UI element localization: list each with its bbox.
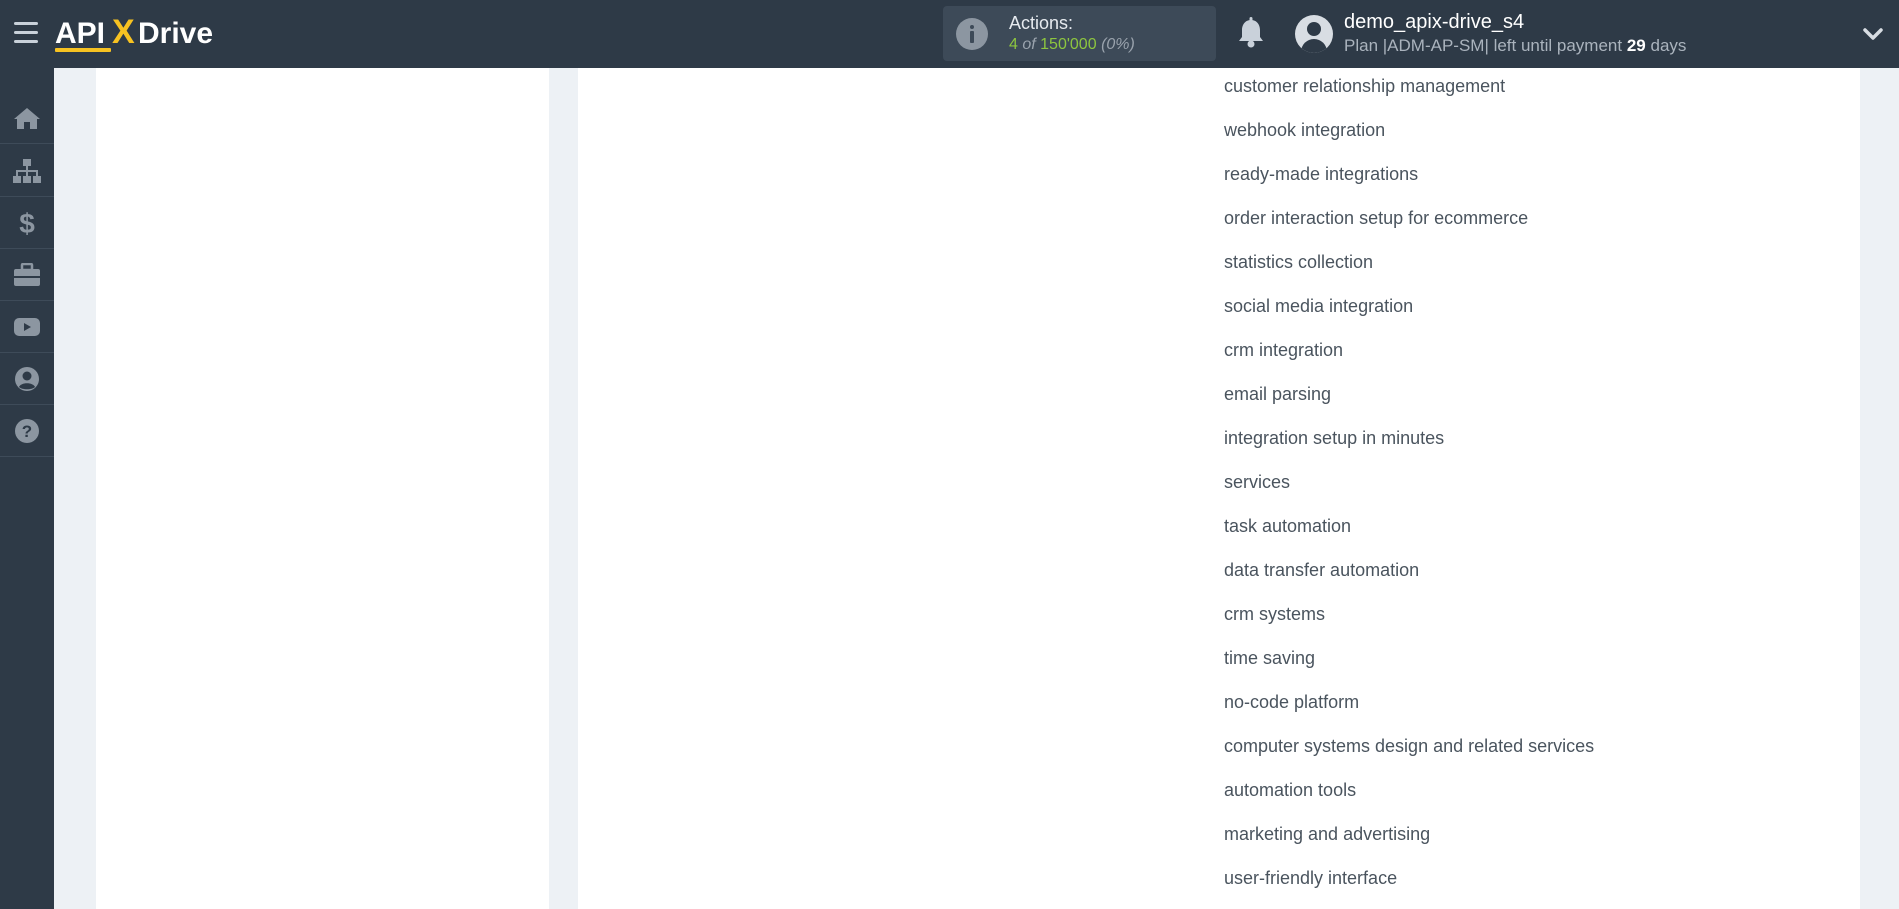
actions-used: 4 — [1009, 36, 1018, 53]
sitemap-icon — [13, 158, 41, 183]
question-icon: ? — [15, 418, 39, 443]
top-bar: API X Drive Actions: 4 of 150'000 (0%) d… — [0, 0, 1899, 68]
username[interactable]: demo_apix-drive_s4 — [1344, 11, 1524, 34]
sidebar-item-account[interactable] — [0, 353, 54, 405]
list-item: marketing and advertising — [1224, 824, 1431, 844]
actions-percent: (0%) — [1101, 36, 1135, 53]
days-label: days — [1650, 36, 1687, 55]
menu-icon[interactable] — [14, 22, 38, 44]
logo-underline — [55, 48, 111, 52]
sidebar: $ ? — [0, 68, 54, 909]
list-item: integration setup in minutes — [1224, 428, 1445, 448]
list-item: services — [1224, 472, 1291, 492]
sidebar-item-video[interactable] — [0, 301, 54, 353]
logo-text-drive: Drive — [138, 17, 213, 50]
plan-info: Plan |ADM-AP-SM| left until payment 29 d… — [1344, 36, 1686, 56]
list-item: order interaction setup for ecommerce — [1224, 208, 1529, 228]
bell-icon[interactable] — [1236, 17, 1266, 49]
list-item: customer relationship management — [1224, 76, 1506, 96]
left-panel — [96, 68, 549, 909]
days-left: 29 — [1626, 36, 1646, 55]
home-icon — [14, 107, 40, 129]
dollar-icon: $ — [19, 209, 35, 237]
briefcase-icon — [14, 262, 40, 286]
actions-label: Actions: — [1009, 13, 1074, 33]
list-item: email parsing — [1224, 384, 1332, 404]
sidebar-item-home[interactable] — [0, 92, 54, 144]
tag-list: customer relationship management webhook… — [1224, 69, 1594, 905]
svg-text:$: $ — [19, 209, 35, 237]
logo-graphic: API X Drive — [55, 13, 213, 52]
user-avatar-icon[interactable] — [1295, 15, 1333, 53]
info-icon — [956, 18, 988, 50]
actions-counter[interactable]: Actions: 4 of 150'000 (0%) — [943, 6, 1216, 61]
sidebar-item-billing[interactable]: $ — [0, 197, 54, 249]
list-item: webhook integration — [1224, 120, 1386, 140]
actions-total: 150'000 — [1040, 36, 1097, 53]
list-item: crm integration — [1224, 340, 1344, 360]
list-item: social media integration — [1224, 296, 1414, 316]
chevron-down-icon[interactable] — [1862, 24, 1884, 44]
sidebar-item-services[interactable] — [0, 249, 54, 301]
list-item: automation tools — [1224, 780, 1357, 800]
list-item: data transfer automation — [1224, 560, 1420, 580]
list-item: time saving — [1224, 648, 1316, 668]
apix-drive-logo[interactable]: API X Drive — [55, 10, 225, 56]
sidebar-item-help[interactable]: ? — [0, 405, 54, 457]
logo-text-x: X — [112, 13, 135, 51]
user-circle-icon — [15, 366, 39, 391]
list-item: statistics collection — [1224, 252, 1374, 272]
main-panel — [578, 68, 1860, 909]
sidebar-item-connections[interactable] — [0, 145, 54, 197]
youtube-icon — [14, 317, 40, 336]
list-item: task automation — [1224, 516, 1352, 536]
actions-usage: 4 of 150'000 (0%) — [1009, 36, 1135, 54]
list-item: computer systems design and related serv… — [1224, 736, 1595, 756]
list-item: crm systems — [1224, 604, 1325, 624]
list-item: user-friendly interface — [1224, 868, 1398, 888]
plan-text: Plan |ADM-AP-SM| left until payment — [1344, 36, 1623, 55]
actions-of: of — [1022, 36, 1036, 53]
list-item: ready-made integrations — [1224, 164, 1419, 184]
logo-text-api: API — [55, 17, 105, 50]
list-item: no-code platform — [1224, 692, 1360, 712]
svg-text:?: ? — [22, 422, 32, 441]
